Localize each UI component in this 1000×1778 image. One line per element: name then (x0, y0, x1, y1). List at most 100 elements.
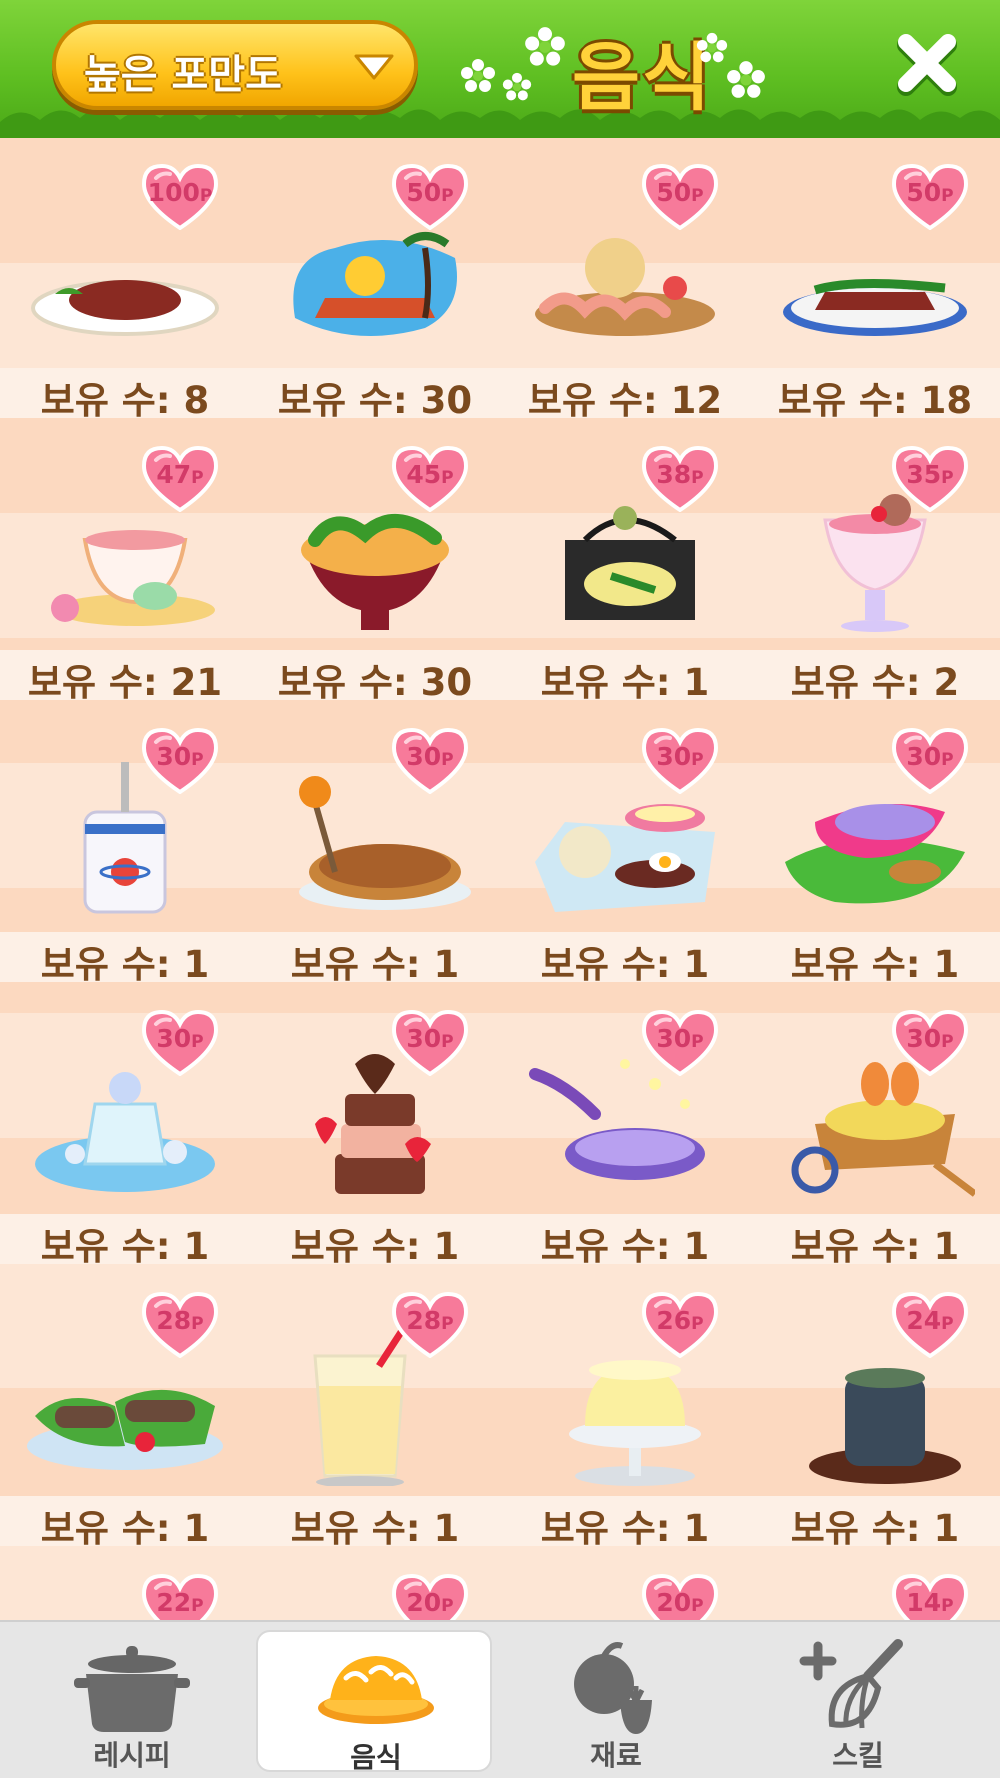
tab-skill[interactable]: 스킬 (740, 1630, 976, 1772)
points-badge: 35P (890, 445, 970, 513)
food-item[interactable]: 38P 보유 수: 1 (500, 420, 750, 704)
owned-count: 보유 수: 21 (27, 661, 223, 704)
owned-count: 보유 수: 1 (290, 1507, 460, 1550)
owned-count: 보유 수: 1 (540, 661, 710, 704)
food-row: 100P 보유 수: 8 50P 보유 수: 30 50P 보유 수: 12 50P 보유 수… (0, 138, 1000, 422)
close-icon[interactable] (892, 28, 962, 98)
food-item[interactable]: 50P 보유 수: 12 (500, 138, 750, 422)
points-badge: 20P (640, 1573, 720, 1620)
food-item[interactable]: 50P 보유 수: 18 (750, 138, 1000, 422)
points-badge: 30P (390, 727, 470, 795)
flower-icon (525, 27, 565, 66)
points-number: 30 (406, 1024, 442, 1053)
points-badge: 24P (890, 1291, 970, 1359)
tab-food-label: 음식 (350, 1741, 402, 1774)
food-item[interactable]: 20P (500, 1548, 750, 1620)
food-item[interactable]: 45P 보유 수: 30 (250, 420, 500, 704)
points-value: 26P (640, 1306, 720, 1335)
food-item[interactable]: 30P 보유 수: 1 (500, 984, 750, 1268)
flower-icon (696, 32, 728, 63)
points-value: 100P (140, 178, 220, 207)
owned-count: 보유 수: 1 (290, 1225, 460, 1268)
food-item[interactable]: 30P 보유 수: 1 (750, 984, 1000, 1268)
points-badge: 28P (390, 1291, 470, 1359)
points-unit: P (191, 1314, 204, 1334)
food-item[interactable]: 30P 보유 수: 1 (0, 984, 250, 1268)
food-item[interactable]: 35P 보유 수: 2 (750, 420, 1000, 704)
points-badge: 50P (640, 163, 720, 231)
points-value: 28P (390, 1306, 470, 1335)
points-number: 50 (656, 178, 692, 207)
food-item[interactable]: 50P 보유 수: 30 (250, 138, 500, 422)
tab-recipe-label: 레시피 (93, 1739, 171, 1772)
points-unit: P (941, 1032, 954, 1052)
points-number: 30 (406, 742, 442, 771)
owned-count: 보유 수: 1 (40, 943, 210, 986)
points-unit: P (941, 186, 954, 206)
points-number: 30 (906, 1024, 942, 1053)
owned-count: 보유 수: 30 (277, 661, 473, 704)
sort-filter-label: 높은 포만도 (84, 52, 282, 98)
points-badge: 47P (140, 445, 220, 513)
points-unit: P (441, 1596, 454, 1616)
owned-count: 보유 수: 1 (540, 1225, 710, 1268)
points-unit: P (191, 468, 204, 488)
food-item[interactable]: 22P (0, 1548, 250, 1620)
bottom-nav: 레시피 음식 재료 스킬 (0, 1620, 1000, 1778)
owned-count: 보유 수: 1 (790, 1507, 960, 1550)
owned-count: 보유 수: 18 (777, 379, 973, 422)
points-unit: P (441, 750, 454, 770)
food-item[interactable]: 47P 보유 수: 21 (0, 420, 250, 704)
sort-filter-dropdown[interactable]: 높은 포만도 (52, 20, 418, 110)
food-item[interactable]: 26P 보유 수: 1 (500, 1266, 750, 1550)
points-badge: 45P (390, 445, 470, 513)
points-unit: P (199, 186, 213, 206)
points-number: 30 (656, 742, 692, 771)
owned-count: 보유 수: 1 (540, 1507, 710, 1550)
points-value: 38P (640, 460, 720, 489)
points-value: 14P (890, 1588, 970, 1617)
points-number: 35 (906, 460, 942, 489)
food-item[interactable]: 24P 보유 수: 1 (750, 1266, 1000, 1550)
food-item[interactable]: 14P (750, 1548, 1000, 1620)
points-number: 20 (656, 1588, 692, 1617)
tab-food[interactable]: 음식 (256, 1630, 492, 1774)
food-item[interactable]: 28P 보유 수: 1 (0, 1266, 250, 1550)
points-unit: P (691, 1314, 704, 1334)
points-value: 24P (890, 1306, 970, 1335)
points-badge: 30P (140, 1009, 220, 1077)
food-item[interactable]: 30P 보유 수: 1 (750, 702, 1000, 986)
points-badge: 26P (640, 1291, 720, 1359)
food-item[interactable]: 28P 보유 수: 1 (250, 1266, 500, 1550)
points-value: 20P (390, 1588, 470, 1617)
points-number: 30 (156, 742, 192, 771)
points-badge: 14P (890, 1573, 970, 1620)
page-title: 음식 (572, 35, 713, 121)
points-value: 28P (140, 1306, 220, 1335)
points-badge: 50P (890, 163, 970, 231)
food-item[interactable]: 100P 보유 수: 8 (0, 138, 250, 422)
points-badge: 100P (140, 163, 220, 231)
owned-count: 보유 수: 1 (790, 943, 960, 986)
tab-ingredients[interactable]: 재료 (498, 1630, 734, 1772)
food-item[interactable]: 30P 보유 수: 1 (250, 984, 500, 1268)
food-row: 47P 보유 수: 21 45P 보유 수: 30 38P 보유 수: 1 35P 보유 수:… (0, 420, 1000, 704)
points-number: 14 (906, 1588, 942, 1617)
food-row: 28P 보유 수: 1 28P 보유 수: 1 26P 보유 수: 1 24P 보유 수: 1 (0, 1266, 1000, 1550)
points-value: 30P (390, 1024, 470, 1053)
food-item[interactable]: 30P 보유 수: 1 (0, 702, 250, 986)
tab-ingredients-label: 재료 (590, 1739, 642, 1772)
food-item[interactable]: 20P (250, 1548, 500, 1620)
points-value: 30P (140, 742, 220, 771)
food-item[interactable]: 30P 보유 수: 1 (500, 702, 750, 986)
points-unit: P (691, 468, 704, 488)
owned-count: 보유 수: 30 (277, 379, 473, 422)
points-badge: 22P (140, 1573, 220, 1620)
tab-recipe[interactable]: 레시피 (14, 1630, 250, 1772)
food-item[interactable]: 30P 보유 수: 1 (250, 702, 500, 986)
points-badge: 38P (640, 445, 720, 513)
owned-count: 보유 수: 1 (290, 943, 460, 986)
owned-count: 보유 수: 1 (40, 1507, 210, 1550)
points-number: 30 (156, 1024, 192, 1053)
points-unit: P (691, 750, 704, 770)
